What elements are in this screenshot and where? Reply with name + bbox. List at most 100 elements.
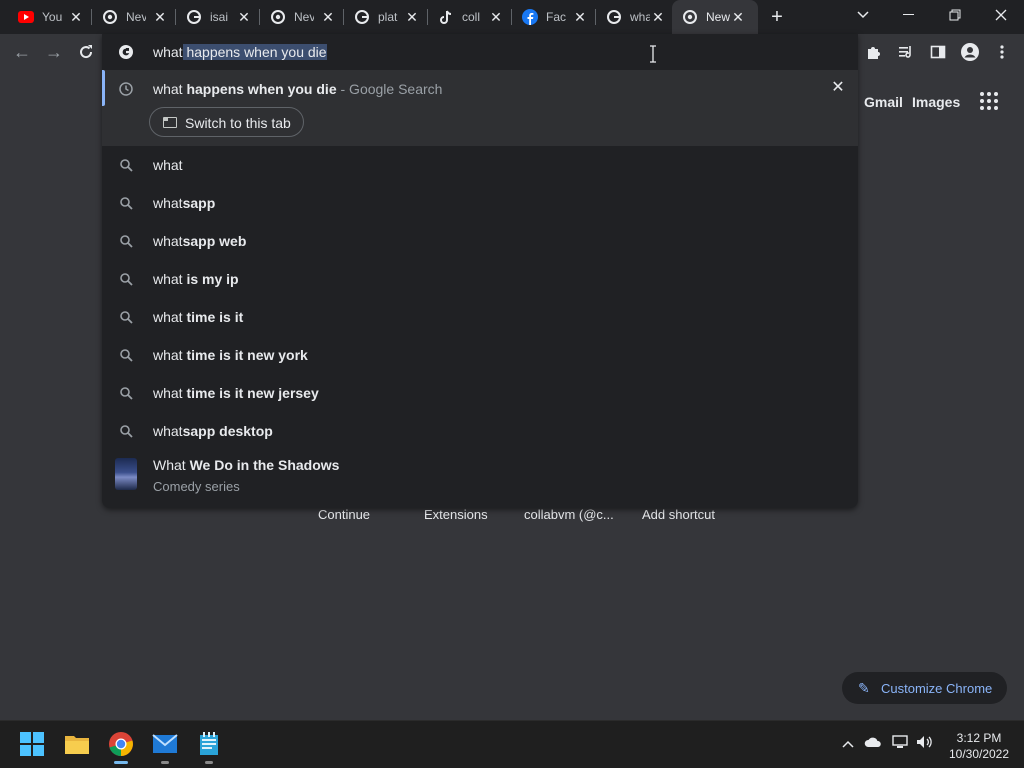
show-hidden-icons-button[interactable] <box>842 735 854 751</box>
suggestion-bold: sapp <box>182 195 216 211</box>
menu-button[interactable] <box>990 40 1014 64</box>
tab-google-search[interactable]: isai ✕ <box>176 0 258 34</box>
system-clock[interactable]: 3:12 PM 10/30/2022 <box>944 730 1014 762</box>
close-icon[interactable]: ✕ <box>152 9 168 25</box>
images-link[interactable]: Images <box>912 94 960 110</box>
close-window-button[interactable] <box>978 0 1024 30</box>
gmail-link[interactable]: Gmail <box>864 94 903 110</box>
suggestion-prefix: what <box>153 271 187 287</box>
suggestion-row[interactable]: what is my ip <box>102 260 858 298</box>
suggestion-row[interactable]: what time is it <box>102 298 858 336</box>
tab-strip: You ✕ Nev ✕ isai ✕ Nev ✕ plat ✕ coll ✕ F… <box>0 0 1024 34</box>
customize-chrome-button[interactable]: ✎ Customize Chrome <box>842 672 1007 704</box>
suggestion-prefix: what <box>153 81 187 97</box>
suggestion-prefix: what <box>153 347 187 363</box>
taskbar-notepad[interactable] <box>194 729 224 764</box>
suggestion-bold: sapp web <box>182 233 247 249</box>
mail-icon <box>152 734 178 753</box>
suggestion-bold: sapp desktop <box>182 423 273 439</box>
network-button[interactable] <box>892 735 910 752</box>
suggestion-text: what time is it new jersey <box>153 385 319 401</box>
side-panel-button[interactable] <box>926 40 950 64</box>
taskbar-chrome[interactable] <box>106 729 136 764</box>
close-icon[interactable]: ✕ <box>488 9 504 25</box>
entity-title: What We Do in the Shadows <box>153 457 339 473</box>
close-icon[interactable]: ✕ <box>572 9 588 25</box>
reload-icon <box>80 45 93 59</box>
start-button[interactable] <box>17 729 47 759</box>
close-icon[interactable]: ✕ <box>730 9 746 25</box>
suggestion-highlighted[interactable]: what happens when you die - Google Searc… <box>102 70 858 146</box>
volume-button[interactable] <box>916 735 934 752</box>
search-icon <box>118 271 134 287</box>
tab-new-tab[interactable]: Nev ✕ <box>92 0 174 34</box>
search-icon <box>118 423 134 439</box>
suggestion-row[interactable]: whatsapp <box>102 184 858 222</box>
chevron-down-icon <box>857 11 869 19</box>
minimize-button[interactable] <box>886 0 932 30</box>
reload-button[interactable] <box>74 40 98 64</box>
close-icon[interactable]: ✕ <box>320 9 336 25</box>
suggestion-row[interactable]: what <box>102 146 858 184</box>
profile-button[interactable] <box>958 40 982 64</box>
shortcut-tile[interactable]: Continue <box>318 507 370 522</box>
restore-button[interactable] <box>932 0 978 30</box>
tab-title: Nev <box>126 10 146 24</box>
switch-to-tab-button[interactable]: Switch to this tab <box>149 107 304 137</box>
taskbar-mail[interactable] <box>150 729 180 764</box>
youtube-icon <box>18 9 34 25</box>
tab-search-button[interactable] <box>840 0 886 30</box>
google-icon <box>119 45 133 59</box>
tab-title: plat <box>378 10 398 24</box>
tab-active-new-tab[interactable]: New ✕ <box>672 0 758 34</box>
omnibox-input[interactable]: what happens when you die <box>102 34 858 70</box>
tab-title: wha <box>630 10 650 24</box>
shortcut-tile[interactable]: collabvm (@c... <box>524 507 614 522</box>
suggestion-row[interactable]: what time is it new jersey <box>102 374 858 412</box>
suggestion-bold: is my ip <box>186 271 239 287</box>
tab-title: isai <box>210 10 229 24</box>
close-icon[interactable]: ✕ <box>404 9 420 25</box>
pencil-icon: ✎ <box>858 680 870 696</box>
onedrive-button[interactable] <box>864 735 882 751</box>
playlist-icon <box>899 46 911 58</box>
entity-suggestion-row[interactable]: What We Do in the Shadows Comedy series <box>102 450 858 506</box>
forward-button[interactable]: → <box>42 40 66 64</box>
google-apps-icon[interactable] <box>980 92 1000 112</box>
add-shortcut-tile[interactable]: Add shortcut <box>642 507 715 522</box>
media-control-button[interactable] <box>894 40 918 64</box>
close-icon[interactable]: ✕ <box>650 9 666 25</box>
history-icon <box>118 81 134 97</box>
windows-icon <box>20 732 44 756</box>
back-button[interactable]: ← <box>10 40 34 64</box>
suggestion-row[interactable]: what time is it new york <box>102 336 858 374</box>
suggestion-row[interactable]: whatsapp web <box>102 222 858 260</box>
google-icon <box>606 9 622 25</box>
chrome-icon <box>270 9 286 25</box>
chevron-up-icon <box>842 740 854 748</box>
tab-google-search[interactable]: plat ✕ <box>344 0 426 34</box>
tab-facebook[interactable]: Fac ✕ <box>512 0 594 34</box>
new-tab-button[interactable]: + <box>766 6 788 28</box>
entity-thumbnail <box>115 458 137 490</box>
text-cursor-icon <box>650 45 656 63</box>
tab-google-search[interactable]: wha ✕ <box>596 0 672 34</box>
suggestion-row[interactable]: whatsapp desktop <box>102 412 858 450</box>
extensions-button[interactable] <box>862 40 886 64</box>
tab-title: Fac <box>546 10 566 24</box>
suggestion-text: what time is it new york <box>153 347 308 363</box>
suggestion-bold: happens when you die <box>186 81 337 97</box>
close-icon[interactable]: ✕ <box>68 9 84 25</box>
tab-tiktok[interactable]: coll ✕ <box>428 0 510 34</box>
close-icon[interactable]: ✕ <box>236 9 252 25</box>
shortcut-tile[interactable]: Extensions <box>424 507 488 522</box>
suggestion-text: what time is it <box>153 309 243 325</box>
taskbar-file-explorer[interactable] <box>62 729 92 759</box>
cloud-icon <box>864 737 881 747</box>
tab-new-tab[interactable]: Nev ✕ <box>260 0 342 34</box>
search-icon <box>118 233 134 249</box>
notepad-icon <box>200 732 218 755</box>
tab-youtube[interactable]: You ✕ <box>8 0 90 34</box>
suggestion-text: whatsapp <box>153 195 215 211</box>
remove-suggestion-icon[interactable]: ✕ <box>829 79 847 97</box>
